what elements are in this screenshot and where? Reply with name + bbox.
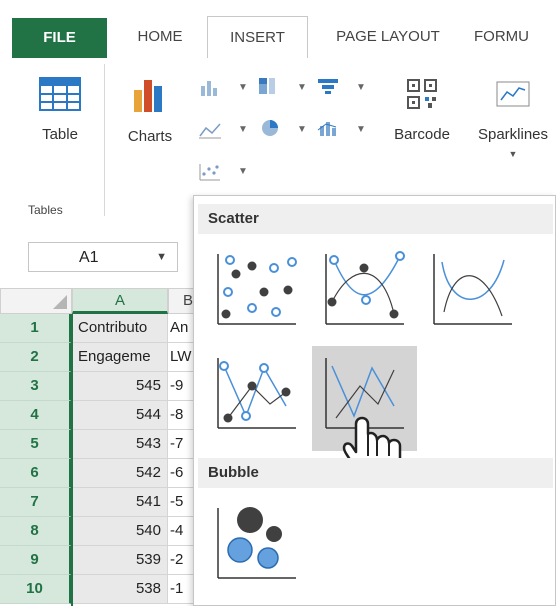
selection-border: [71, 314, 73, 606]
tab-home[interactable]: HOME: [120, 16, 200, 58]
name-box-value: A1: [79, 249, 99, 266]
cell-a[interactable]: 542: [72, 459, 168, 488]
sparklines-label: Sparklines: [477, 126, 549, 143]
scatter-chart-gallery: Scatter Bubble: [193, 195, 556, 606]
chevron-down-icon[interactable]: ▼: [238, 124, 248, 135]
scatter-smooth-lines-icon: [433, 254, 512, 325]
scatter-smooth-lines-chart-option[interactable]: [420, 242, 525, 347]
chevron-down-icon[interactable]: ▼: [356, 124, 366, 135]
cell-a[interactable]: Engageme: [72, 343, 168, 372]
select-all-corner[interactable]: [0, 288, 72, 314]
pie-chart-icon[interactable]: [258, 118, 282, 138]
cell-a[interactable]: 541: [72, 488, 168, 517]
row-header[interactable]: 9: [0, 546, 72, 575]
bubble-chart-icon: [217, 507, 296, 579]
chevron-down-icon[interactable]: ▼: [238, 82, 248, 93]
row-header[interactable]: 8: [0, 517, 72, 546]
funnel-chart-icon[interactable]: [316, 76, 340, 96]
scatter-straight-markers-chart-option[interactable]: [204, 346, 309, 451]
chevron-down-icon[interactable]: ▼: [238, 166, 248, 177]
tables-group-label: Tables: [28, 203, 63, 217]
scatter-markers-icon: [217, 254, 297, 325]
tab-formulas[interactable]: FORMU: [474, 16, 556, 58]
chevron-down-icon: ▼: [508, 149, 518, 159]
cell-a[interactable]: 540: [72, 517, 168, 546]
tab-insert[interactable]: INSERT: [207, 16, 308, 59]
charts-label: Charts: [127, 128, 173, 145]
cell-a[interactable]: 543: [72, 430, 168, 459]
charts-button[interactable]: Charts: [118, 70, 182, 145]
scatter-straight-markers-icon: [217, 358, 296, 429]
barcode-label: Barcode: [394, 126, 450, 143]
column-header-a[interactable]: A: [72, 288, 168, 314]
cell-a[interactable]: 539: [72, 546, 168, 575]
ribbon-tab-bar: FILE HOME INSERT PAGE LAYOUT FORMU: [0, 0, 556, 59]
row-header[interactable]: 3: [0, 372, 72, 401]
scatter-smooth-markers-icon: [325, 251, 405, 325]
sparklines-button[interactable]: Sparklines ▼: [470, 70, 556, 159]
cell-a[interactable]: 545: [72, 372, 168, 401]
table-icon: [39, 77, 81, 111]
bubble-chart-option[interactable]: [204, 496, 309, 601]
bar-chart-icon: [134, 80, 162, 112]
stacked-bar-chart-icon[interactable]: [256, 76, 280, 96]
tab-file[interactable]: FILE: [12, 18, 107, 58]
combo-chart-icon[interactable]: [316, 118, 340, 138]
table-label: Table: [42, 126, 78, 143]
scatter-section-title: Scatter: [198, 204, 553, 234]
row-header[interactable]: 7: [0, 488, 72, 517]
name-box[interactable]: A1 ▼: [28, 242, 178, 272]
cell-a[interactable]: 538: [72, 575, 168, 604]
tab-page-layout[interactable]: PAGE LAYOUT: [318, 16, 458, 58]
row-header[interactable]: 4: [0, 401, 72, 430]
scatter-markers-chart-option[interactable]: [204, 242, 309, 347]
group-separator: [104, 64, 105, 216]
barcode-button[interactable]: Barcode: [385, 70, 459, 143]
row-header[interactable]: 6: [0, 459, 72, 488]
cell-a[interactable]: Contributo: [72, 314, 168, 343]
sparkline-icon: [496, 81, 530, 107]
row-header[interactable]: 2: [0, 343, 72, 372]
bubble-section-title: Bubble: [198, 458, 553, 488]
chevron-down-icon[interactable]: ▼: [297, 124, 307, 135]
row-header[interactable]: 5: [0, 430, 72, 459]
chevron-down-icon[interactable]: ▼: [356, 82, 366, 93]
qr-code-icon: [407, 79, 437, 109]
table-button[interactable]: Table: [28, 70, 92, 143]
cell-a[interactable]: 544: [72, 401, 168, 430]
chevron-down-icon[interactable]: ▼: [297, 82, 307, 93]
scatter-smooth-markers-chart-option[interactable]: [312, 242, 417, 347]
line-chart-icon[interactable]: [198, 120, 222, 140]
chevron-down-icon[interactable]: ▼: [156, 251, 167, 263]
column-chart-icon[interactable]: [198, 78, 222, 98]
row-header[interactable]: 1: [0, 314, 72, 343]
scatter-chart-icon[interactable]: [198, 162, 222, 182]
row-header[interactable]: 10: [0, 575, 72, 604]
